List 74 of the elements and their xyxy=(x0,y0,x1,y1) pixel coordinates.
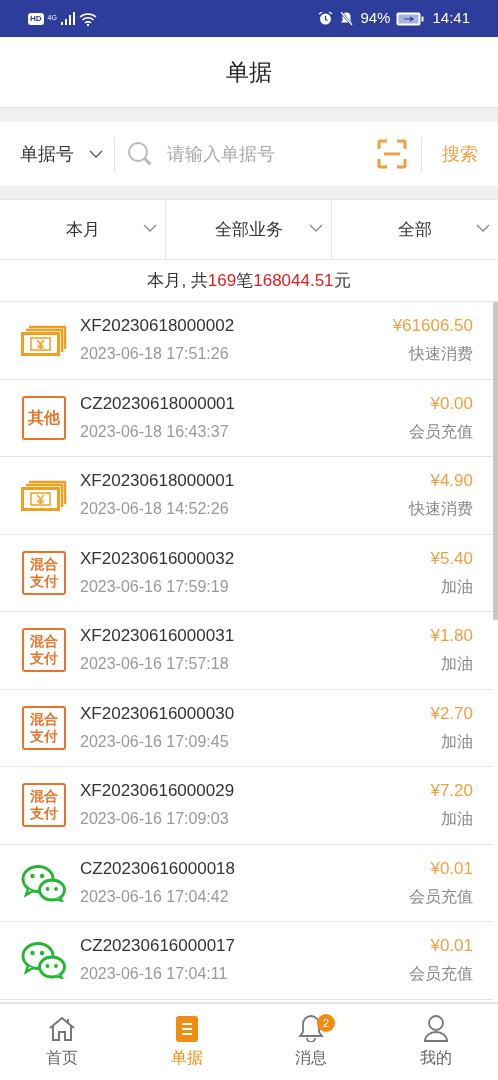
record-amount: ¥0.01 xyxy=(430,857,473,880)
document-icon xyxy=(175,1016,198,1042)
record-type: 快速消费 xyxy=(409,344,473,365)
record-time: 2023-06-16 17:09:45 xyxy=(80,731,230,752)
record-amount: ¥5.40 xyxy=(430,547,473,570)
record-amount: ¥0.01 xyxy=(430,935,473,958)
page-title: 单据 xyxy=(226,57,272,87)
signal-icon xyxy=(60,12,75,25)
record-time: 2023-06-16 17:04:42 xyxy=(80,886,230,907)
nav-tab[interactable]: 消息 2 xyxy=(249,1004,374,1080)
payment-type-tag: 混合 支付 xyxy=(22,550,66,595)
record-number: XF20230616000031 xyxy=(80,625,236,648)
payment-type-tag: 其他 xyxy=(22,395,66,440)
mute-icon xyxy=(339,11,355,26)
search-type-dropdown[interactable]: 单据号 xyxy=(0,134,114,174)
record-type: 会员充值 xyxy=(409,886,473,907)
record-amount: ¥2.70 xyxy=(430,702,473,725)
record-amount: ¥4.90 xyxy=(430,470,473,493)
battery-percent: 94% xyxy=(360,8,391,29)
notification-badge: 2 xyxy=(317,1014,335,1032)
record-time: 2023-06-16 17:57:18 xyxy=(80,654,230,675)
record-type: 加油 xyxy=(441,809,473,830)
chevron-icon xyxy=(143,224,157,233)
alarm-icon xyxy=(318,11,334,26)
search-icon xyxy=(127,141,153,167)
record-type: 快速消费 xyxy=(409,499,473,520)
record-number: CZ20230616000018 xyxy=(80,857,237,880)
filter-dropdown[interactable]: 全部 xyxy=(332,200,498,259)
nav-tab[interactable]: 我的 xyxy=(373,1004,498,1080)
record-type: 加油 xyxy=(441,576,473,597)
record-number: XF20230616000032 xyxy=(80,547,236,570)
record-number: XF20230618000001 xyxy=(80,470,236,493)
record-amount: ¥1.80 xyxy=(430,625,473,648)
chevron-icon xyxy=(476,224,490,233)
record-type: 会员充值 xyxy=(409,421,473,442)
record-time: 2023-06-18 17:51:26 xyxy=(80,344,230,365)
chevron-icon xyxy=(88,149,104,159)
record-time: 2023-06-16 17:09:03 xyxy=(80,809,230,830)
wechat-icon xyxy=(21,941,67,980)
record-time: 2023-06-18 16:43:37 xyxy=(80,421,230,442)
record-amount: ¥61606.50 xyxy=(392,315,473,338)
payment-type-tag: 混合 支付 xyxy=(22,783,66,828)
payment-type-tag: 混合 支付 xyxy=(22,628,66,673)
record-amount: ¥0.00 xyxy=(430,392,473,415)
user-icon xyxy=(422,1014,449,1042)
clock: 14:41 xyxy=(432,8,470,29)
wechat-icon xyxy=(21,863,67,902)
record-amount: ¥7.20 xyxy=(430,780,473,803)
record-number: XF20230618000002 xyxy=(80,315,236,338)
wifi-icon xyxy=(78,11,97,26)
record-time: 2023-06-16 17:04:11 xyxy=(80,964,229,985)
record-number: XF20230616000030 xyxy=(80,702,236,725)
cash-icon xyxy=(21,478,67,513)
search-field[interactable]: 请输入单据号 xyxy=(167,140,377,168)
summary-text: 本月, 共169笔168044.51元 xyxy=(147,269,351,292)
record-number: CZ20230618000001 xyxy=(80,392,237,415)
chevron-icon xyxy=(309,224,323,233)
cash-icon xyxy=(21,323,67,358)
record-time: 2023-06-16 17:59:19 xyxy=(80,576,230,597)
bell-icon xyxy=(298,1014,325,1042)
payment-type-tag: 混合 支付 xyxy=(22,705,66,750)
hd-indicator: HD xyxy=(28,12,44,25)
home-icon xyxy=(48,1016,77,1042)
record-number: CZ20230616000017 xyxy=(80,935,237,958)
record-type: 会员充值 xyxy=(409,964,473,985)
record-type: 加油 xyxy=(441,731,473,752)
battery-icon xyxy=(396,11,425,26)
scan-icon[interactable] xyxy=(377,139,407,169)
record-type: 加油 xyxy=(441,654,473,675)
record-number: XF20230616000029 xyxy=(80,780,236,803)
nav-tab[interactable]: 首页 xyxy=(0,1004,125,1080)
filter-dropdown[interactable]: 本月 xyxy=(0,200,166,259)
filter-dropdown[interactable]: 全部业务 xyxy=(166,200,332,259)
record-time: 2023-06-18 14:52:26 xyxy=(80,499,230,520)
